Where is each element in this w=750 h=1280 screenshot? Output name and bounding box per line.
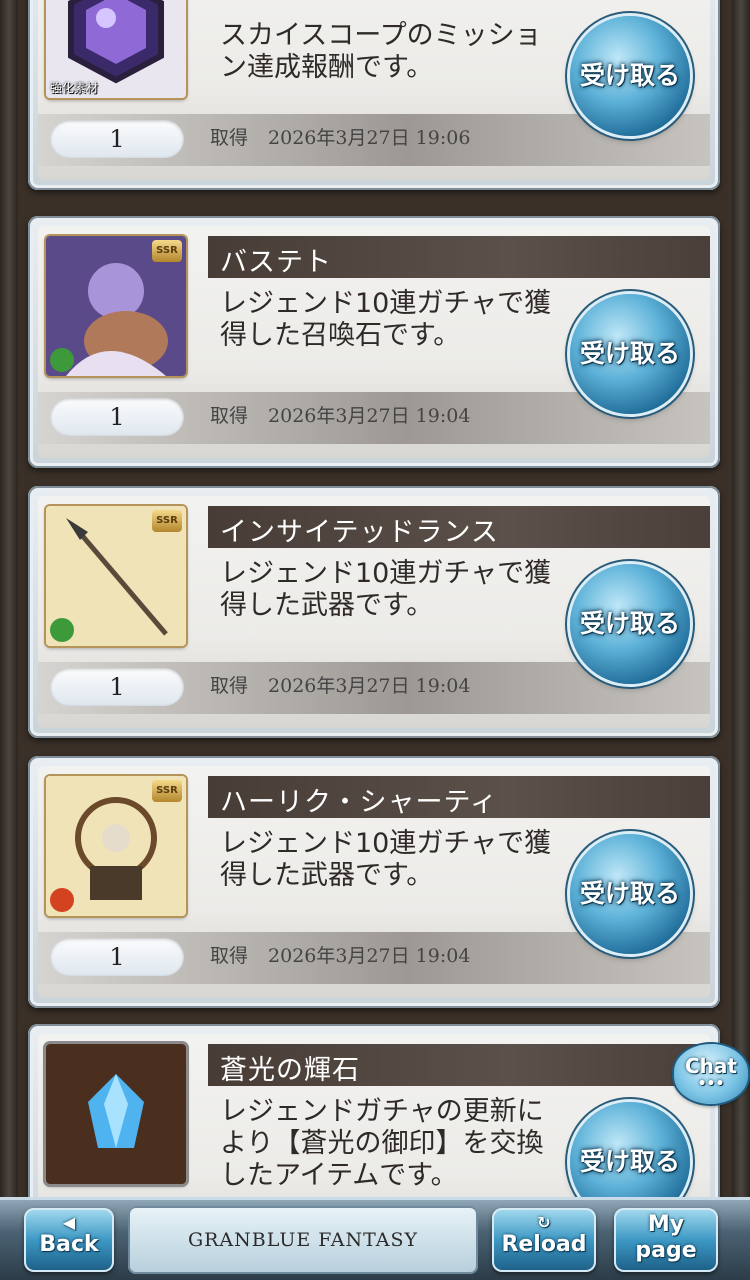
footer-bar: ◀ Back GRANBLUE FANTASY ↻ Reload My page: [0, 1197, 750, 1280]
item-thumbnail: SSR: [46, 776, 186, 916]
description-line: スカイスコープのミッショ: [220, 20, 542, 51]
description-line: レジェンド10連ガチャで獲: [220, 288, 552, 319]
item-description: レジェンドガチャの更新に より【蒼光の御印】を交換 したアイテムです。: [220, 1096, 570, 1192]
item-thumbnail: 強化素材: [46, 0, 186, 98]
back-button[interactable]: ◀ Back: [24, 1208, 114, 1272]
gift-card: バステト SSR レジェンド10連ガチャで獲 得した召喚石です。 1 取得 202…: [28, 216, 720, 468]
description-line: ン達成報酬です。: [220, 52, 434, 83]
left-rail: [0, 0, 18, 1280]
gift-card: 強化素材 スカイスコープのミッショ ン達成報酬です。 1 取得 2026年3月27…: [28, 0, 720, 190]
obtained-date: 2026年3月27日 19:04: [268, 405, 471, 427]
description-line: レジェンド10連ガチャで獲: [220, 828, 552, 859]
rarity-badge: SSR: [152, 510, 182, 532]
description-line: レジェンド10連ガチャで獲: [220, 558, 552, 589]
reload-label: Reload: [501, 1232, 587, 1257]
material-badge: 強化素材: [50, 81, 99, 95]
item-title: バステト: [220, 247, 332, 278]
item-description: スカイスコープのミッショ ン達成報酬です。: [220, 20, 570, 84]
quantity-pill: 1: [50, 120, 184, 158]
receive-button[interactable]: 受け取る: [570, 294, 690, 414]
quantity-pill: 1: [50, 398, 184, 436]
item-description: レジェンド10連ガチャで獲 得した召喚石です。: [220, 288, 570, 352]
gift-card: ハーリク・シャーティ SSR レジェンド10連ガチャで獲 得した武器です。 1 …: [28, 756, 720, 1008]
receive-button[interactable]: 受け取る: [570, 834, 690, 954]
rarity-badge: SSR: [152, 240, 182, 262]
item-description: レジェンド10連ガチャで獲 得した武器です。: [220, 828, 570, 892]
obtained-label: 取得: [210, 127, 249, 149]
receive-button[interactable]: 受け取る: [570, 16, 690, 136]
back-arrow-icon: ◀: [62, 1213, 76, 1232]
description-line: より【蒼光の御印】を交換: [220, 1128, 544, 1159]
receive-button[interactable]: 受け取る: [570, 564, 690, 684]
obtained-date: 2026年3月27日 19:06: [268, 127, 471, 149]
item-thumbnail: SSR: [46, 236, 186, 376]
obtained-info: 取得 2026年3月27日 19:04: [210, 671, 470, 698]
item-title: 蒼光の輝石: [220, 1055, 360, 1086]
wind-element-icon: [50, 348, 74, 372]
obtained-info: 取得 2026年3月27日 19:04: [210, 941, 470, 968]
obtained-date: 2026年3月27日 19:04: [268, 945, 471, 967]
back-label: Back: [39, 1232, 99, 1257]
fire-element-icon: [50, 888, 74, 912]
mypage-label-line2: page: [635, 1238, 697, 1263]
obtained-label: 取得: [210, 675, 249, 697]
quantity-pill: 1: [50, 938, 184, 976]
item-description: レジェンド10連ガチャで獲 得した武器です。: [220, 558, 570, 622]
mypage-button[interactable]: My page: [614, 1208, 718, 1272]
mypage-label-line1: My: [647, 1212, 685, 1237]
item-thumbnail: [46, 1044, 186, 1184]
obtained-label: 取得: [210, 405, 249, 427]
rarity-badge: SSR: [152, 780, 182, 802]
item-thumbnail: SSR: [46, 506, 186, 646]
description-line: 得した武器です。: [220, 860, 434, 891]
description-line: レジェンドガチャの更新に: [220, 1096, 544, 1127]
blue-crystal-icon: [46, 1044, 186, 1184]
chat-button[interactable]: Chat •••: [674, 1044, 748, 1104]
obtained-date: 2026年3月27日 19:04: [268, 675, 471, 697]
game-logo[interactable]: GRANBLUE FANTASY: [128, 1206, 478, 1274]
description-line: したアイテムです。: [220, 1160, 458, 1191]
obtained-label: 取得: [210, 945, 249, 967]
reload-button[interactable]: ↻ Reload: [492, 1208, 596, 1272]
item-title: インサイテッドランス: [220, 517, 499, 548]
wind-element-icon: [50, 618, 74, 642]
obtained-info: 取得 2026年3月27日 19:06: [210, 123, 470, 150]
description-line: 得した武器です。: [220, 590, 434, 621]
description-line: 得した召喚石です。: [220, 320, 461, 351]
chat-dots-icon: •••: [697, 1076, 725, 1092]
reload-icon: ↻: [537, 1213, 551, 1232]
quantity-pill: 1: [50, 668, 184, 706]
item-title: ハーリク・シャーティ: [220, 787, 498, 818]
chat-label: Chat: [685, 1054, 737, 1078]
gift-card: インサイテッドランス SSR レジェンド10連ガチャで獲 得した武器です。 1 …: [28, 486, 720, 738]
obtained-info: 取得 2026年3月27日 19:04: [210, 401, 470, 428]
